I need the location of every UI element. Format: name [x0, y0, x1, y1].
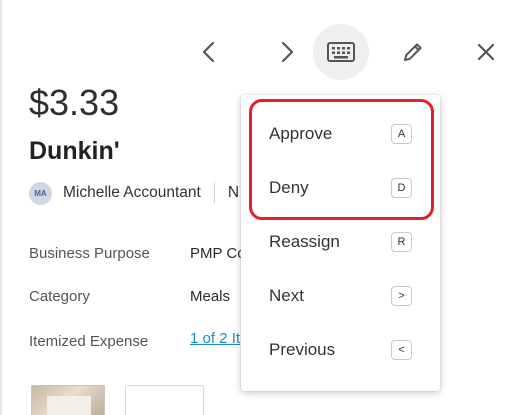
menu-item-label: Deny [269, 178, 309, 197]
menu-item-label: Previous [269, 340, 336, 359]
expense-toolbar [0, 24, 522, 80]
close-button[interactable] [458, 24, 514, 80]
previous-button[interactable] [181, 24, 237, 80]
shortcut-key-badge: R [391, 232, 412, 252]
close-icon [477, 43, 495, 61]
menu-item-reassign[interactable]: Reassign R [241, 215, 440, 269]
add-receipt-thumbnail[interactable] [125, 385, 204, 415]
keyboard-shortcuts-button[interactable] [313, 24, 369, 80]
menu-item-approve[interactable]: Approve A [241, 107, 440, 161]
user-name: Michelle Accountant [63, 184, 201, 201]
keyboard-shortcuts-menu: Approve A Deny D Reassign R Next > Previ… [241, 95, 440, 391]
divider [213, 183, 215, 203]
menu-item-deny[interactable]: Deny D [241, 161, 440, 215]
receipt-thumbnail[interactable] [31, 385, 105, 415]
next-button[interactable] [259, 24, 315, 80]
itemized-expense-link[interactable]: 1 of 2 It [190, 330, 240, 347]
category-label: Category [29, 288, 90, 305]
menu-item-next[interactable]: Next > [241, 269, 440, 323]
user-row-next-item: N [227, 184, 240, 201]
shortcut-key-badge: D [391, 178, 412, 198]
pencil-icon [404, 43, 422, 61]
itemized-expense-label: Itemized Expense [29, 333, 149, 350]
keyboard-icon [327, 42, 355, 62]
merchant-name: Dunkin' [29, 137, 120, 165]
business-purpose-value: PMP Co [190, 245, 246, 262]
menu-item-label: Reassign [269, 232, 340, 251]
menu-item-label: Approve [269, 124, 333, 143]
business-purpose-label: Business Purpose [29, 245, 150, 262]
avatar: MA [29, 181, 52, 205]
menu-item-previous[interactable]: Previous < [241, 323, 440, 377]
category-value: Meals [190, 288, 231, 305]
expense-amount: $3.33 [29, 82, 120, 123]
shortcut-key-badge: A [391, 124, 412, 144]
receipt-image [47, 396, 91, 415]
user-row: MA Michelle Accountant N [29, 180, 239, 206]
shortcut-key-badge: > [391, 286, 412, 306]
shortcut-key-badge: < [391, 340, 412, 360]
chevron-left-icon [202, 41, 215, 63]
chevron-right-icon [281, 41, 294, 63]
edit-button[interactable] [385, 24, 441, 80]
menu-item-label: Next [269, 286, 304, 305]
